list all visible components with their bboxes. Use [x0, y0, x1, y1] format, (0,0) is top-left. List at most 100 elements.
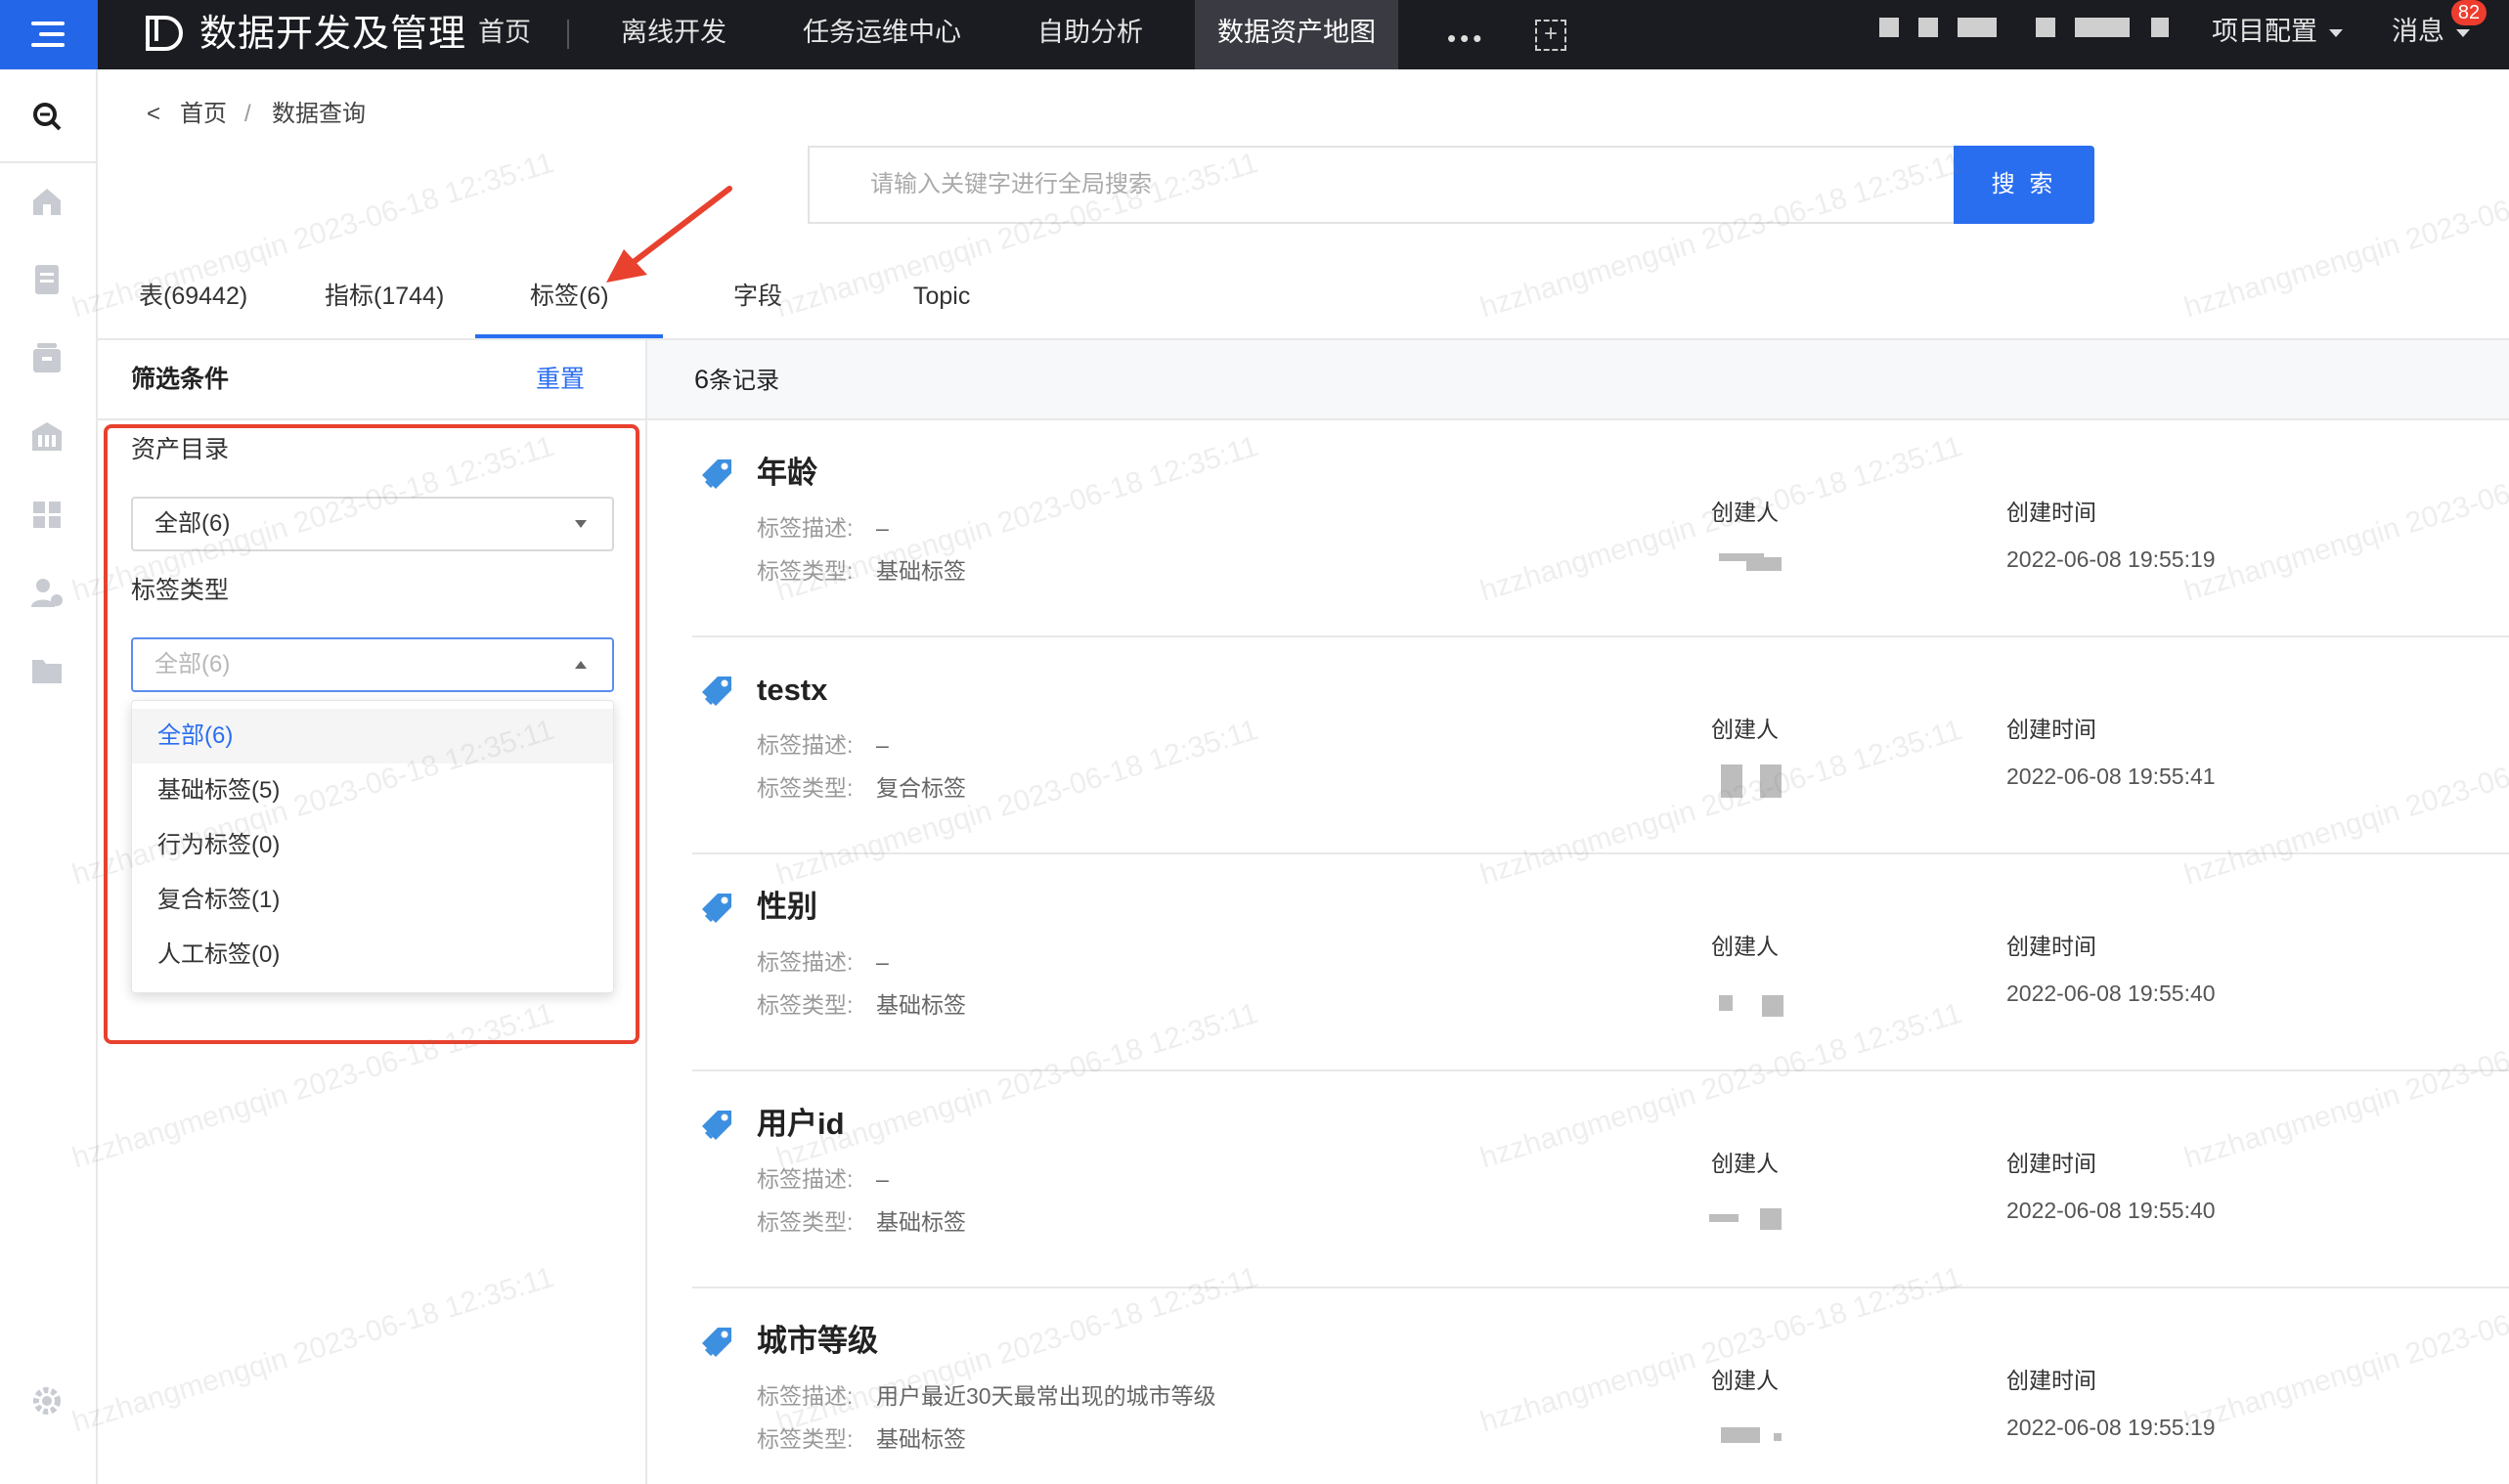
tag-type-value: 基础标签	[876, 558, 966, 584]
storage-icon[interactable]	[29, 341, 65, 374]
user-manage-icon[interactable]	[29, 576, 65, 609]
settings-gear-icon[interactable]	[29, 1384, 65, 1418]
tag-icon	[702, 677, 731, 706]
document-icon[interactable]	[29, 263, 65, 296]
tag-name[interactable]: 用户id	[757, 1105, 845, 1144]
created-time-label: 创建时间	[2006, 500, 2096, 525]
creator-label: 创建人	[1711, 1151, 1779, 1176]
tag-name[interactable]: 城市等级	[757, 1322, 878, 1361]
icon-sidebar	[0, 69, 98, 1484]
active-tab-indicator	[475, 334, 663, 338]
dropdown-option-manual[interactable]: 人工标签(0)	[132, 928, 613, 982]
watermark-text: hzzhangmengqin 2023-06-18 12:35:11	[2180, 147, 2509, 325]
redacted-creator	[1721, 1427, 1760, 1443]
search-button[interactable]: 搜 索	[1954, 146, 2094, 224]
result-count: 6条记录	[694, 362, 779, 399]
created-time-label: 创建时间	[2006, 1368, 2096, 1393]
redacted-username	[2075, 18, 2130, 37]
tag-desc-value: –	[876, 1166, 889, 1192]
nav-task-ops[interactable]: 任务运维中心	[782, 0, 982, 69]
tag-desc-label: 标签描述:	[757, 949, 854, 975]
tag-result-card[interactable]: 城市等级 标签描述: 用户最近30天最常出现的城市等级 标签类型: 基础标签 创建人 创建时…	[692, 1288, 2509, 1484]
breadcrumb-home[interactable]: 首页	[180, 98, 227, 131]
tag-icon	[702, 1328, 731, 1357]
app-logo-icon	[146, 16, 183, 51]
menu-toggle-button[interactable]	[0, 0, 98, 69]
more-icon[interactable]: •••	[1447, 23, 1485, 54]
tag-result-card[interactable]: 用户id 标签描述: – 标签类型: 基础标签 创建人 创建时间 2022-06-08 19:…	[692, 1071, 2509, 1288]
back-chevron-icon[interactable]: <	[147, 98, 160, 131]
redacted-creator	[1709, 1214, 1739, 1222]
tag-desc-value: 用户最近30天最常出现的城市等级	[876, 1383, 1216, 1409]
home-icon[interactable]	[29, 185, 65, 218]
grid-apps-icon[interactable]	[29, 498, 65, 531]
created-time-value: 2022-06-08 19:55:19	[2006, 546, 2216, 572]
creator-label: 创建人	[1711, 934, 1779, 959]
chevron-up-icon	[575, 661, 587, 669]
redacted-creator	[1762, 995, 1783, 1017]
expand-icon[interactable]: +	[1535, 20, 1566, 51]
data-search-icon	[33, 103, 62, 131]
filter-header: 筛选条件 重置	[98, 340, 647, 420]
redacted-icon	[1918, 18, 1938, 37]
tab-topic[interactable]: Topic	[913, 277, 970, 316]
tag-result-card[interactable]: 年龄 标签描述: – 标签类型: 基础标签 创建人 创建时间 2022-06-08 19:55…	[692, 420, 2509, 637]
dropdown-option-basic[interactable]: 基础标签(5)	[132, 764, 613, 818]
tab-tables[interactable]: 表(69442)	[139, 277, 247, 316]
building-icon[interactable]	[29, 419, 65, 453]
tag-type-dropdown: 全部(6) 基础标签(5) 行为标签(0) 复合标签(1) 人工标签(0)	[131, 700, 614, 993]
tag-type-label: 标签类型:	[757, 1426, 854, 1452]
nav-divider	[567, 20, 569, 49]
nav-self-analysis[interactable]: 自助分析	[1021, 0, 1160, 69]
project-config-menu[interactable]: 项目配置	[2212, 0, 2343, 69]
dropdown-option-behavior[interactable]: 行为标签(0)	[132, 818, 613, 873]
tab-metrics[interactable]: 指标(1744)	[325, 277, 444, 316]
tag-icon	[702, 459, 731, 489]
redacted-creator	[1721, 764, 1742, 798]
tag-type-select[interactable]: 全部(6)	[131, 637, 614, 692]
tag-name[interactable]: 年龄	[757, 454, 817, 493]
sidebar-search-item[interactable]	[0, 69, 96, 163]
nav-home[interactable]: 首页	[460, 0, 550, 69]
tag-name[interactable]: 性别	[757, 888, 817, 927]
panel-divider	[645, 340, 647, 1484]
created-time-value: 2022-06-08 19:55:40	[2006, 981, 2216, 1006]
result-header: 6条记录	[647, 340, 2509, 420]
redacted-icon	[2036, 18, 2055, 37]
chevron-down-icon	[2456, 28, 2470, 37]
asset-catalog-value: 全部(6)	[154, 510, 231, 537]
tag-type-label: 标签类型:	[757, 1209, 854, 1235]
redacted-creator	[1774, 1433, 1782, 1441]
annotation-arrow-icon	[606, 186, 732, 283]
nav-data-asset-map[interactable]: 数据资产地图	[1195, 0, 1398, 69]
redacted-creator	[1760, 1208, 1782, 1230]
tag-name[interactable]: testx	[757, 671, 827, 710]
watermark-text: hzzhangmengqin 2023-06-18 12:35:11	[68, 1260, 558, 1439]
global-search-input[interactable]: 请输入关键字进行全局搜索	[808, 146, 1954, 224]
chevron-down-icon	[2329, 28, 2343, 37]
top-nav-bar: 数据开发及管理 首页 离线开发 任务运维中心 自助分析 数据资产地图 ••• +…	[0, 0, 2509, 69]
reset-filter-button[interactable]: 重置	[536, 362, 585, 397]
redacted-icon	[2151, 18, 2169, 37]
creator-label: 创建人	[1711, 1368, 1779, 1393]
tag-result-card[interactable]: 性别 标签描述: – 标签类型: 基础标签 创建人 创建时间 2022-06-08 19:55…	[692, 854, 2509, 1071]
messages-label: 消息	[2392, 17, 2444, 46]
asset-catalog-select[interactable]: 全部(6)	[131, 497, 614, 551]
dropdown-option-composite[interactable]: 复合标签(1)	[132, 873, 613, 928]
tag-type-label: 标签类型:	[757, 775, 854, 801]
redacted-creator	[1760, 764, 1782, 798]
tag-desc-value: –	[876, 515, 889, 541]
result-count-number: 6	[694, 365, 710, 394]
created-time-value: 2022-06-08 19:55:19	[2006, 1415, 2216, 1440]
dropdown-option-all[interactable]: 全部(6)	[132, 709, 613, 764]
created-time-value: 2022-06-08 19:55:40	[2006, 1198, 2216, 1223]
tag-type-value: 基础标签	[876, 1209, 966, 1235]
app-title: 数据开发及管理	[199, 14, 467, 55]
redacted-creator	[1746, 557, 1782, 571]
tag-type-label: 标签类型	[131, 577, 230, 604]
tag-desc-label: 标签描述:	[757, 1166, 854, 1192]
tag-result-card[interactable]: testx 标签描述: – 标签类型: 复合标签 创建人 创建时间 2022-06-08 19…	[692, 637, 2509, 854]
chevron-down-icon	[575, 520, 587, 528]
folder-icon[interactable]	[29, 654, 65, 687]
nav-offline-dev[interactable]: 离线开发	[598, 0, 749, 69]
